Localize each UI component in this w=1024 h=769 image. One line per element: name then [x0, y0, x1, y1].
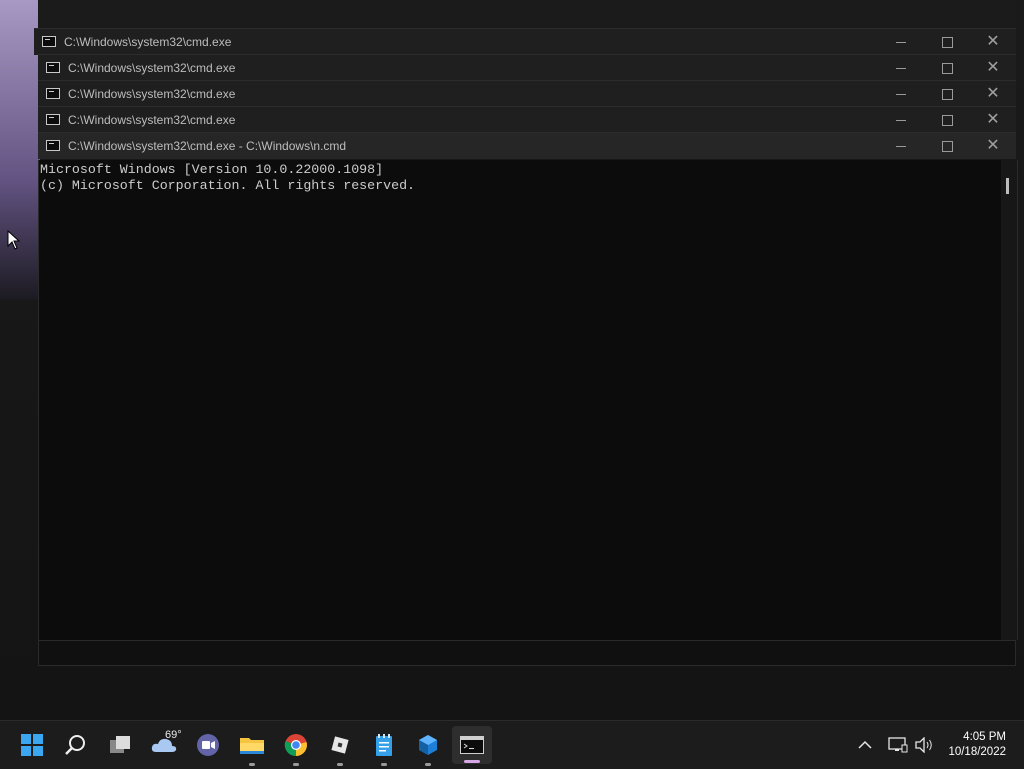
- cmd-window-2-titlebar[interactable]: C:\Windows\system32\cmd.exe ✕: [38, 54, 1016, 81]
- volume-icon[interactable]: [914, 721, 934, 769]
- scrollbar-thumb[interactable]: [1006, 178, 1009, 194]
- terminal-icon[interactable]: [452, 726, 492, 764]
- cmd-window-1-titlebar[interactable]: C:\Windows\system32\cmd.exe ✕: [34, 28, 1016, 55]
- file-explorer-icon[interactable]: [236, 729, 268, 766]
- app-cube-icon[interactable]: [412, 729, 444, 766]
- close-button[interactable]: ✕: [970, 133, 1016, 159]
- minimize-button[interactable]: [878, 29, 924, 55]
- horizontal-scrollbar[interactable]: [38, 640, 1016, 666]
- cmd-window-3-titlebar[interactable]: C:\Windows\system32\cmd.exe ✕: [38, 80, 1016, 107]
- maximize-button[interactable]: [924, 133, 970, 159]
- cmd-window-5-titlebar[interactable]: C:\Windows\system32\cmd.exe - C:\Windows…: [38, 132, 1016, 159]
- maximize-button[interactable]: [924, 55, 970, 81]
- cmd-icon: [42, 36, 56, 47]
- window-title: C:\Windows\system32\cmd.exe: [68, 61, 236, 75]
- roblox-icon[interactable]: [324, 729, 356, 766]
- maximize-button[interactable]: [924, 107, 970, 133]
- network-icon[interactable]: [888, 721, 908, 769]
- clock-date: 10/18/2022: [948, 746, 1006, 758]
- cmd-icon: [46, 140, 60, 151]
- vertical-scrollbar[interactable]: [1001, 160, 1017, 640]
- show-hidden-icons[interactable]: [858, 721, 872, 769]
- console-line: (c) Microsoft Corporation. All rights re…: [40, 178, 416, 193]
- cmd-icon: [46, 62, 60, 73]
- close-button[interactable]: ✕: [970, 81, 1016, 107]
- close-button[interactable]: ✕: [970, 107, 1016, 133]
- cmd-icon: [46, 114, 60, 125]
- notepad-icon[interactable]: [368, 729, 400, 766]
- cmd-window-4-titlebar[interactable]: C:\Windows\system32\cmd.exe ✕: [38, 106, 1016, 133]
- maximize-button[interactable]: [924, 81, 970, 107]
- minimize-button[interactable]: [878, 81, 924, 107]
- console-output-area[interactable]: Microsoft Windows [Version 10.0.22000.10…: [38, 160, 1018, 640]
- taskbar: 4:05 PM 10/18/2022: [0, 720, 1024, 769]
- close-button[interactable]: ✕: [970, 55, 1016, 81]
- window-title: C:\Windows\system32\cmd.exe: [68, 87, 236, 101]
- minimize-button[interactable]: [878, 107, 924, 133]
- chevron-up-icon[interactable]: [858, 740, 872, 750]
- search-icon[interactable]: [60, 729, 92, 761]
- minimize-button[interactable]: [878, 55, 924, 81]
- background-window-titlebar[interactable]: [38, 0, 1016, 29]
- mouse-cursor-icon: [7, 230, 21, 250]
- chrome-icon[interactable]: [280, 729, 312, 766]
- window-title: C:\Windows\system32\cmd.exe: [64, 35, 232, 49]
- window-title: C:\Windows\system32\cmd.exe: [68, 113, 236, 127]
- clock-time: 4:05 PM: [963, 731, 1006, 743]
- minimize-button[interactable]: [878, 133, 924, 159]
- teams-chat-icon[interactable]: [192, 729, 224, 761]
- windows-start-icon[interactable]: [16, 729, 48, 761]
- close-button[interactable]: ✕: [970, 29, 1016, 55]
- weather-temperature: 69°: [165, 729, 182, 741]
- system-clock[interactable]: 4:05 PM 10/18/2022: [948, 730, 1006, 760]
- task-view-icon[interactable]: [104, 729, 136, 761]
- cmd-icon: [46, 88, 60, 99]
- console-line: Microsoft Windows [Version 10.0.22000.10…: [40, 162, 384, 177]
- window-title: C:\Windows\system32\cmd.exe - C:\Windows…: [68, 139, 347, 153]
- maximize-button[interactable]: [924, 29, 970, 55]
